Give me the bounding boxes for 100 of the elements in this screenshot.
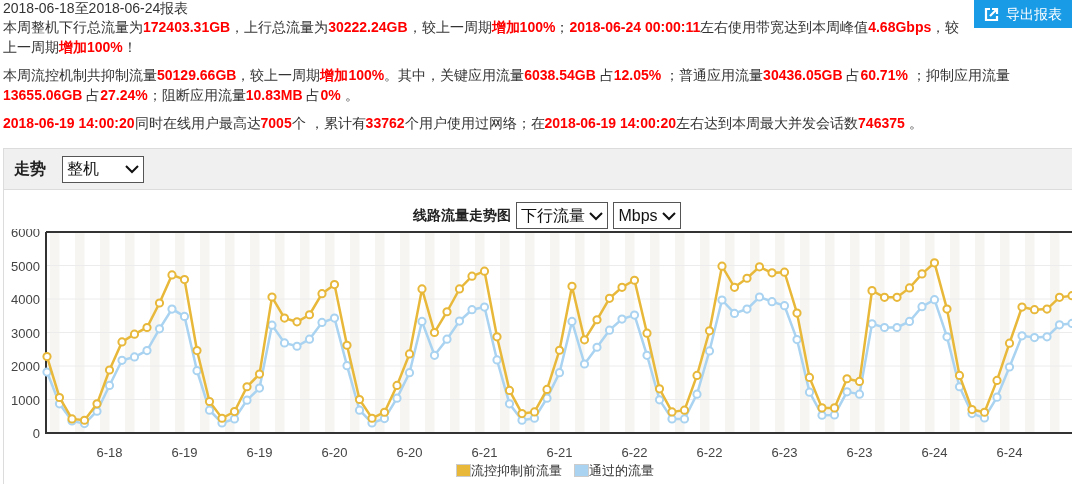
data-point <box>542 393 552 403</box>
data-point <box>1004 362 1015 372</box>
data-point <box>429 350 440 360</box>
data-point <box>754 262 765 272</box>
data-point <box>342 340 352 350</box>
export-icon <box>984 6 999 22</box>
data-point <box>1017 302 1027 312</box>
data-point <box>542 384 552 395</box>
data-point <box>342 361 352 371</box>
data-point <box>492 332 502 342</box>
chevron-icon <box>125 164 139 174</box>
data-point <box>654 395 665 405</box>
data-point <box>79 415 90 425</box>
data-point <box>404 349 415 359</box>
data-point <box>492 355 502 365</box>
direction-dropdown[interactable]: 下行流量 <box>516 202 609 229</box>
data-point <box>254 369 265 379</box>
data-point <box>767 297 777 307</box>
x-tick-label: 6-21 <box>471 445 498 460</box>
data-point <box>954 382 965 392</box>
data-point <box>392 380 402 391</box>
data-point <box>879 292 890 302</box>
data-point <box>992 392 1002 402</box>
y-tick-label: 4000 <box>11 292 40 307</box>
unit-dropdown[interactable]: Mbps <box>613 202 681 229</box>
x-tick-label: 6-21 <box>546 445 573 460</box>
report-title: 2018-06-18至2018-06-24报表 <box>3 0 189 17</box>
data-point <box>817 410 827 420</box>
data-point <box>154 298 165 308</box>
data-point <box>167 270 177 280</box>
data-point <box>117 337 127 347</box>
data-point <box>1042 332 1052 342</box>
data-point <box>354 405 365 415</box>
legend-swatch <box>574 464 589 478</box>
x-tick-label: 6-20 <box>396 445 423 460</box>
data-point <box>954 370 965 380</box>
data-point <box>554 368 565 378</box>
data-point <box>242 395 252 405</box>
data-point <box>254 383 265 393</box>
legend-label: 流控抑制前流量 <box>471 462 562 480</box>
data-point <box>142 322 152 333</box>
y-tick-label: 3000 <box>11 325 40 341</box>
data-point <box>1054 292 1065 302</box>
data-point <box>717 295 727 305</box>
x-tick-label: 6-22 <box>696 445 723 460</box>
data-point <box>704 346 715 356</box>
data-point <box>642 328 652 338</box>
data-point <box>117 355 127 365</box>
x-tick-label: 6-24 <box>921 445 948 460</box>
x-tick-label: 6-24 <box>996 445 1023 460</box>
data-point <box>579 335 590 345</box>
data-point <box>129 329 140 339</box>
data-point <box>417 316 427 327</box>
data-point <box>617 314 627 324</box>
data-point <box>617 282 627 292</box>
data-point <box>504 385 515 396</box>
data-point <box>229 406 240 417</box>
data-point <box>329 313 340 323</box>
data-point <box>317 289 327 299</box>
scope-dropdown[interactable]: 整机 <box>62 155 144 183</box>
x-tick-label: 6-22 <box>621 445 648 460</box>
data-point <box>54 392 65 403</box>
chevron-icon <box>661 210 676 221</box>
data-point <box>979 407 990 417</box>
chevron-icon <box>589 210 604 221</box>
data-point <box>454 316 465 326</box>
data-point <box>1042 304 1052 314</box>
data-point <box>567 281 577 291</box>
data-point <box>192 366 202 376</box>
data-point <box>917 269 927 279</box>
data-point <box>267 320 277 330</box>
data-point <box>717 261 727 271</box>
data-point <box>817 403 827 413</box>
data-point <box>504 399 515 409</box>
data-point <box>517 408 527 419</box>
data-point <box>879 322 890 333</box>
data-point <box>1004 338 1015 348</box>
data-point <box>42 367 52 377</box>
data-point <box>292 341 302 351</box>
data-point <box>1029 305 1040 315</box>
data-point <box>604 293 615 303</box>
data-point <box>279 313 290 323</box>
data-point <box>529 407 540 417</box>
data-point <box>867 286 877 296</box>
chart-title: 线路流量走势图 <box>413 206 512 225</box>
data-point <box>1054 320 1065 330</box>
data-point <box>729 282 740 292</box>
data-point <box>929 258 940 268</box>
x-tick-label: 6-19 <box>246 445 273 460</box>
data-point <box>204 405 215 415</box>
data-point <box>779 267 790 277</box>
data-point <box>692 389 702 399</box>
data-point <box>792 334 802 345</box>
panel-title: 走势 <box>14 159 46 179</box>
data-point <box>304 334 315 344</box>
data-point <box>1029 332 1040 343</box>
data-point <box>592 342 602 352</box>
x-tick-label: 6-19 <box>171 445 198 460</box>
data-point <box>854 376 865 386</box>
data-point <box>179 274 190 285</box>
